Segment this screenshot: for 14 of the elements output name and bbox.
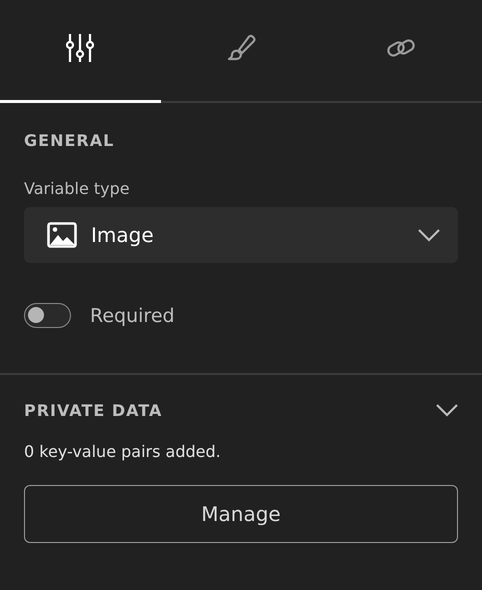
section-heading: PRIVATE DATA bbox=[24, 401, 162, 420]
paintbrush-icon bbox=[226, 34, 256, 62]
manage-button[interactable]: Manage bbox=[24, 485, 458, 543]
sliders-icon bbox=[66, 32, 94, 64]
variable-type-dropdown[interactable]: Image bbox=[24, 207, 458, 263]
image-icon bbox=[47, 222, 77, 248]
collapse-toggle[interactable] bbox=[436, 404, 458, 417]
toggle-label: Required bbox=[90, 304, 175, 326]
chevron-down-icon bbox=[418, 228, 440, 242]
chevron-down-icon bbox=[436, 404, 458, 417]
section-heading: GENERAL bbox=[24, 131, 116, 150]
summary-text: 0 key-value pairs added. bbox=[24, 442, 222, 461]
required-toggle[interactable] bbox=[24, 303, 71, 328]
field-label: Variable type bbox=[24, 179, 130, 198]
